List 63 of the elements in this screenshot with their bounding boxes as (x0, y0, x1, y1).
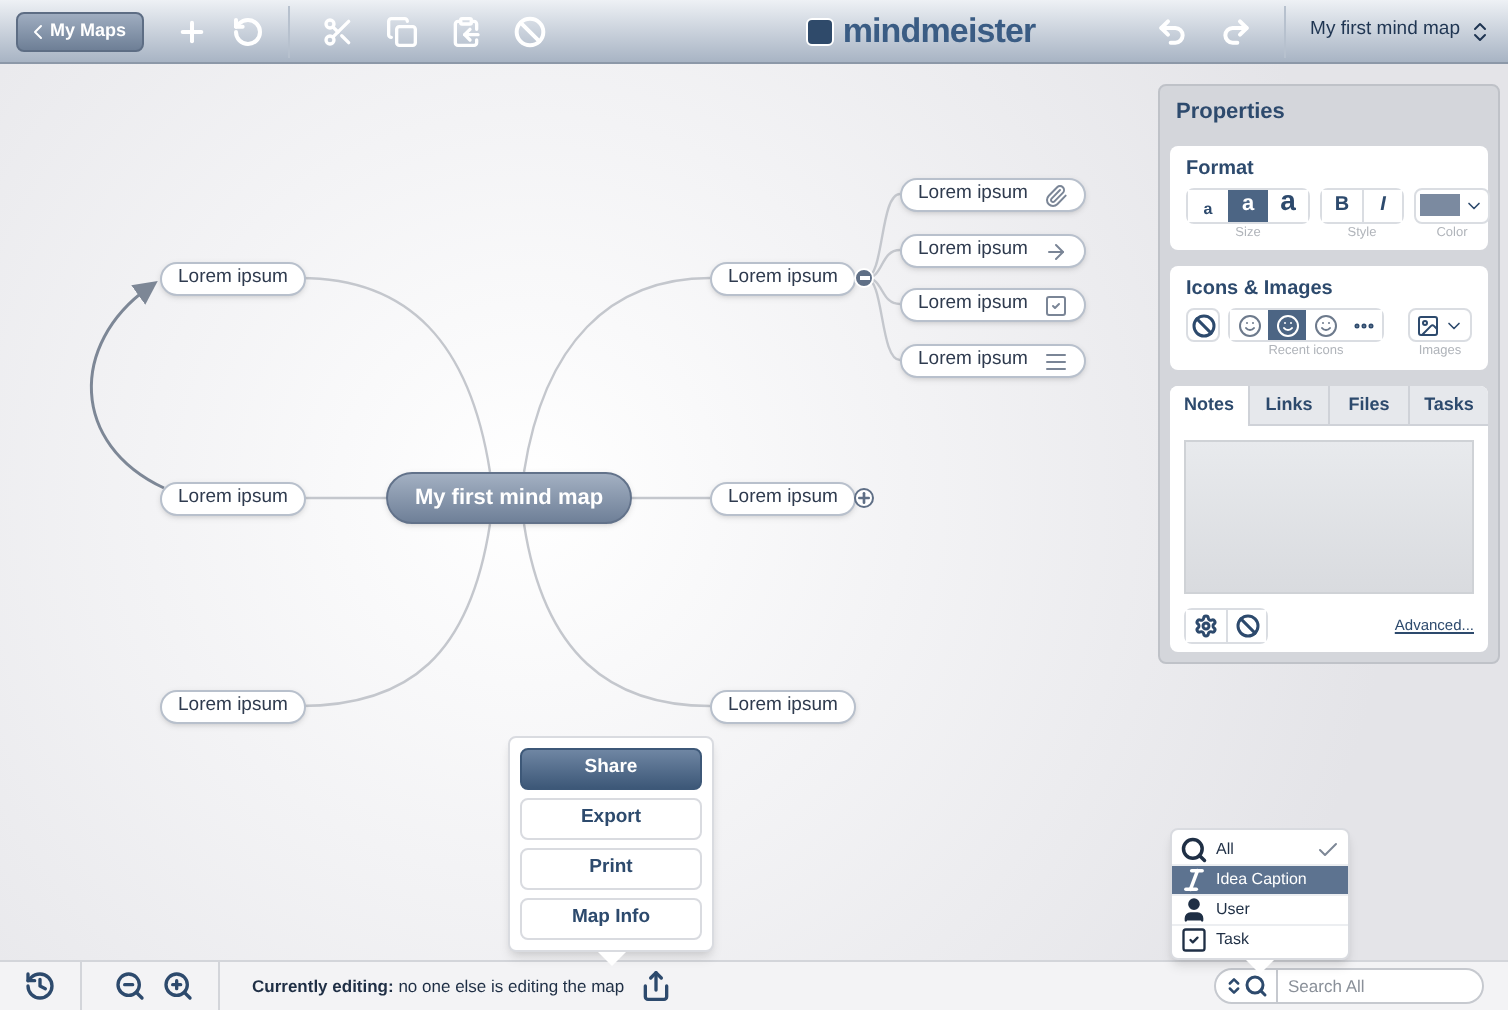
panel-title: Properties (1174, 98, 1287, 128)
node-label: Lorem ipsum (918, 290, 1028, 319)
search-icon (1180, 835, 1208, 863)
menu-button[interactable]: Map Info (520, 898, 702, 940)
clear-button[interactable] (1226, 610, 1266, 642)
search-filter-button[interactable] (1214, 968, 1278, 1004)
share-icon[interactable] (640, 970, 673, 1002)
smiley-button[interactable] (1268, 310, 1306, 341)
topic-node[interactable]: Lorem ipsum (160, 690, 306, 724)
zoom-out-icon[interactable] (114, 970, 146, 1002)
filter-option[interactable]: Idea Caption (1172, 864, 1348, 894)
tab[interactable]: Files (1328, 386, 1408, 426)
subtopic-node[interactable]: Lorem ipsum (900, 178, 1086, 212)
filter-option[interactable]: User (1172, 894, 1348, 924)
subtopic-node[interactable]: Lorem ipsum (900, 234, 1086, 268)
user-icon (1180, 896, 1208, 924)
topic-node[interactable]: Lorem ipsum (710, 482, 856, 516)
up-down-icon (1224, 976, 1244, 996)
color-picker[interactable] (1414, 187, 1490, 223)
topic-node[interactable]: Lorem ipsum (160, 482, 306, 516)
up-down-icon (1468, 19, 1492, 43)
note-icon (1043, 349, 1068, 373)
subtopic-node[interactable]: Lorem ipsum (900, 344, 1086, 378)
arrow-icon (1043, 239, 1068, 263)
image-icon (1416, 313, 1440, 338)
style-button[interactable]: I (1362, 189, 1402, 221)
check-icon (1316, 837, 1340, 861)
node-label: Lorem ipsum (918, 346, 1028, 375)
history-icon[interactable] (24, 970, 56, 1002)
expand-toggle[interactable] (854, 488, 874, 508)
collapse-toggle[interactable] (854, 268, 874, 288)
filter-option[interactable]: All (1172, 834, 1348, 864)
size-button[interactable]: a (1228, 189, 1268, 221)
image-picker[interactable] (1408, 308, 1472, 343)
no-icon-button[interactable] (1186, 308, 1220, 343)
menu-button[interactable]: Share (520, 748, 702, 790)
menu-button[interactable]: Print (520, 848, 702, 890)
node-label: Lorem ipsum (918, 180, 1028, 209)
topic-node[interactable]: Lorem ipsum (710, 690, 856, 724)
menu-button[interactable]: Export (520, 798, 702, 840)
topic-node[interactable]: Lorem ipsum (160, 262, 306, 296)
tab[interactable]: Links (1248, 386, 1328, 426)
paperclip-icon (1043, 183, 1068, 207)
topic-node[interactable]: Lorem ipsum (710, 262, 856, 296)
editing-status: Currently editing: no one else is editing the map (252, 973, 625, 999)
checkbox-icon (1043, 293, 1068, 317)
tab[interactable]: Tasks (1408, 386, 1488, 426)
italic-letter-icon (1180, 866, 1208, 894)
logo-icon (806, 17, 835, 45)
section-title: Icons & Images (1186, 276, 1335, 305)
filter-option[interactable]: Task (1172, 924, 1348, 954)
logo-text: mindmeister (842, 9, 1036, 54)
checkbox-icon (1180, 926, 1208, 954)
search-field[interactable]: Search All (1278, 968, 1484, 1004)
connector-line (300, 496, 386, 500)
section-title: Format (1186, 155, 1256, 183)
map-selector[interactable]: My first mind map (1310, 16, 1492, 46)
subtopic-node[interactable]: Lorem ipsum (900, 288, 1086, 322)
plus-icon (856, 490, 872, 506)
connector-line (632, 496, 710, 500)
search-icon (1244, 974, 1268, 998)
node-label: Lorem ipsum (918, 236, 1028, 265)
zoom-in-icon[interactable] (162, 970, 194, 1002)
